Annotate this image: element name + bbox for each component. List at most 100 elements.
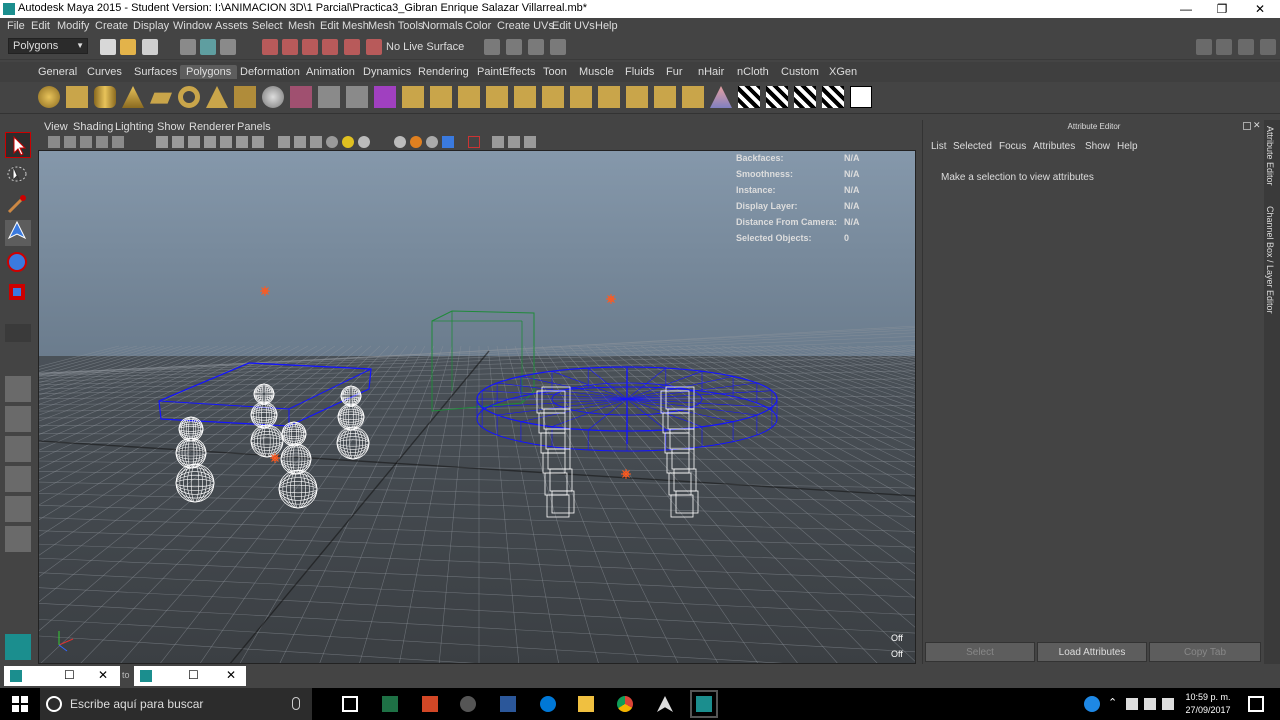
media-player-icon[interactable] — [460, 696, 476, 712]
last-tool-slot[interactable] — [5, 324, 31, 342]
menu-select[interactable]: Select — [252, 20, 283, 32]
load-attributes-button[interactable]: Load Attributes — [1037, 642, 1147, 662]
four-view-layout-icon[interactable] — [5, 406, 31, 432]
insert-edge-loop-icon[interactable] — [514, 86, 536, 108]
save-scene-icon[interactable] — [142, 39, 158, 55]
poly-cone-icon[interactable] — [122, 86, 144, 108]
move-tool-icon[interactable] — [5, 220, 31, 246]
float-panel-icon[interactable] — [1243, 122, 1251, 130]
resolution-gate-icon[interactable] — [426, 136, 438, 148]
menu-create-uvs[interactable]: Create UVs — [497, 20, 554, 32]
menu-create[interactable]: Create — [95, 20, 128, 32]
spherical-mapping-icon[interactable] — [822, 86, 844, 108]
select-object-icon[interactable] — [200, 39, 216, 55]
snap-grid-icon[interactable] — [262, 39, 278, 55]
extrude-icon[interactable] — [402, 86, 424, 108]
close-button[interactable]: ✕ — [1242, 0, 1278, 18]
automatic-mapping-icon[interactable] — [850, 86, 872, 108]
image-plane-icon[interactable] — [96, 136, 108, 148]
edge-icon[interactable] — [540, 696, 556, 712]
side-tab-attribute-editor[interactable]: Attribute Editor — [1265, 126, 1275, 186]
shelf-tab-rendering[interactable]: Rendering — [418, 66, 469, 78]
rotate-tool-icon[interactable] — [5, 250, 31, 276]
menu-normals[interactable]: Normals — [422, 20, 463, 32]
attr-menu-help[interactable]: Help — [1117, 141, 1138, 152]
extract-icon[interactable] — [346, 86, 368, 108]
menu-assets[interactable]: Assets — [215, 20, 248, 32]
xray-icon[interactable] — [252, 136, 264, 148]
viewport-settings-icon[interactable] — [524, 136, 536, 148]
poly-pipe-icon[interactable] — [234, 86, 256, 108]
menu-edit-mesh[interactable]: Edit Mesh — [320, 20, 369, 32]
shelf-tab-surfaces[interactable]: Surfaces — [134, 66, 177, 78]
close-panel-icon[interactable]: ✕ — [1253, 120, 1261, 131]
menu-modify[interactable]: Modify — [57, 20, 89, 32]
viewport-menu-panels[interactable]: Panels — [237, 121, 271, 133]
wireframe-on-shaded-icon[interactable] — [188, 136, 200, 148]
chrome-icon[interactable] — [617, 696, 633, 712]
outliner-layout-icon[interactable] — [5, 436, 31, 462]
poke-face-icon[interactable] — [626, 86, 648, 108]
shelf-tab-custom[interactable]: Custom — [781, 66, 819, 78]
shelf-tab-animation[interactable]: Animation — [306, 66, 355, 78]
smooth-icon[interactable] — [374, 86, 396, 108]
menu-file[interactable]: File — [7, 20, 25, 32]
menu-mesh[interactable]: Mesh — [288, 20, 315, 32]
modeling-toolkit-icon[interactable] — [1196, 39, 1212, 55]
sculpt-icon[interactable] — [710, 86, 732, 108]
bridge-icon[interactable] — [430, 86, 452, 108]
xray-joints-icon[interactable] — [294, 136, 306, 148]
shelf-tab-general[interactable]: General — [38, 66, 77, 78]
film-gate-icon[interactable] — [410, 136, 422, 148]
duplicate-face-icon[interactable] — [682, 86, 704, 108]
ambient-occlusion-icon[interactable] — [310, 136, 322, 148]
menu-help[interactable]: Help — [595, 20, 618, 32]
ipr-render-icon[interactable] — [528, 39, 544, 55]
shelf-tab-toon[interactable]: Toon — [543, 66, 567, 78]
hud-toggle-icon[interactable] — [394, 136, 406, 148]
shelf-tab-curves[interactable]: Curves — [87, 66, 122, 78]
textured-icon[interactable] — [204, 136, 216, 148]
shelf-tab-painteffects[interactable]: PaintEffects — [477, 66, 536, 78]
shelf-tab-ncloth[interactable]: nCloth — [737, 66, 769, 78]
merge-vertices-icon[interactable] — [570, 86, 592, 108]
menu-edit-uvs[interactable]: Edit UVs — [552, 20, 595, 32]
scale-tool-icon[interactable] — [5, 280, 31, 306]
attr-menu-list[interactable]: List — [931, 141, 947, 152]
system-clock[interactable]: 10:59 p. m. 27/09/2017 — [1180, 691, 1236, 717]
append-polygon-icon[interactable] — [458, 86, 480, 108]
isolate-select-icon[interactable] — [278, 136, 290, 148]
attribute-editor-toggle-icon[interactable] — [1216, 39, 1232, 55]
gate-mask-icon[interactable] — [442, 136, 454, 148]
maya-taskbar-icon[interactable] — [690, 690, 718, 718]
perspective-viewport[interactable]: Backfaces: N/A Smoothness: N/A Instance: N/A D… — [38, 150, 916, 664]
unity-icon[interactable] — [657, 696, 673, 712]
render-frame-icon[interactable] — [506, 39, 522, 55]
open-scene-icon[interactable] — [120, 39, 136, 55]
smooth-shade-icon[interactable] — [172, 136, 184, 148]
offset-edge-loop-icon[interactable] — [542, 86, 564, 108]
lasso-tool-icon[interactable] — [5, 162, 31, 188]
viewport-menu-shading[interactable]: Shading — [73, 121, 113, 133]
menu-edit[interactable]: Edit — [31, 20, 50, 32]
poly-cylinder-icon[interactable] — [94, 86, 116, 108]
menu-display[interactable]: Display — [133, 20, 169, 32]
attr-menu-selected[interactable]: Selected — [953, 141, 992, 152]
bevel-icon[interactable] — [598, 86, 620, 108]
render-view-icon[interactable] — [484, 39, 500, 55]
viewport-menu-lighting[interactable]: Lighting — [115, 121, 154, 133]
poly-torus-icon[interactable] — [178, 86, 200, 108]
help-tray-icon[interactable] — [1084, 696, 1100, 712]
magnet-icon[interactable] — [366, 39, 382, 55]
use-all-lights-icon[interactable] — [220, 136, 232, 148]
poly-cube-icon[interactable] — [66, 86, 88, 108]
single-perspective-layout-icon[interactable] — [5, 376, 31, 402]
file-explorer-icon[interactable] — [578, 696, 594, 712]
select-hierarchy-icon[interactable] — [180, 39, 196, 55]
render-settings-icon[interactable] — [550, 39, 566, 55]
channel-box-toggle-icon[interactable] — [1260, 39, 1276, 55]
shelf-tab-nhair[interactable]: nHair — [698, 66, 724, 78]
poly-pyramid-icon[interactable] — [206, 86, 228, 108]
minimize-button[interactable]: — — [1168, 0, 1204, 18]
shelf-tab-deformation[interactable]: Deformation — [240, 66, 300, 78]
